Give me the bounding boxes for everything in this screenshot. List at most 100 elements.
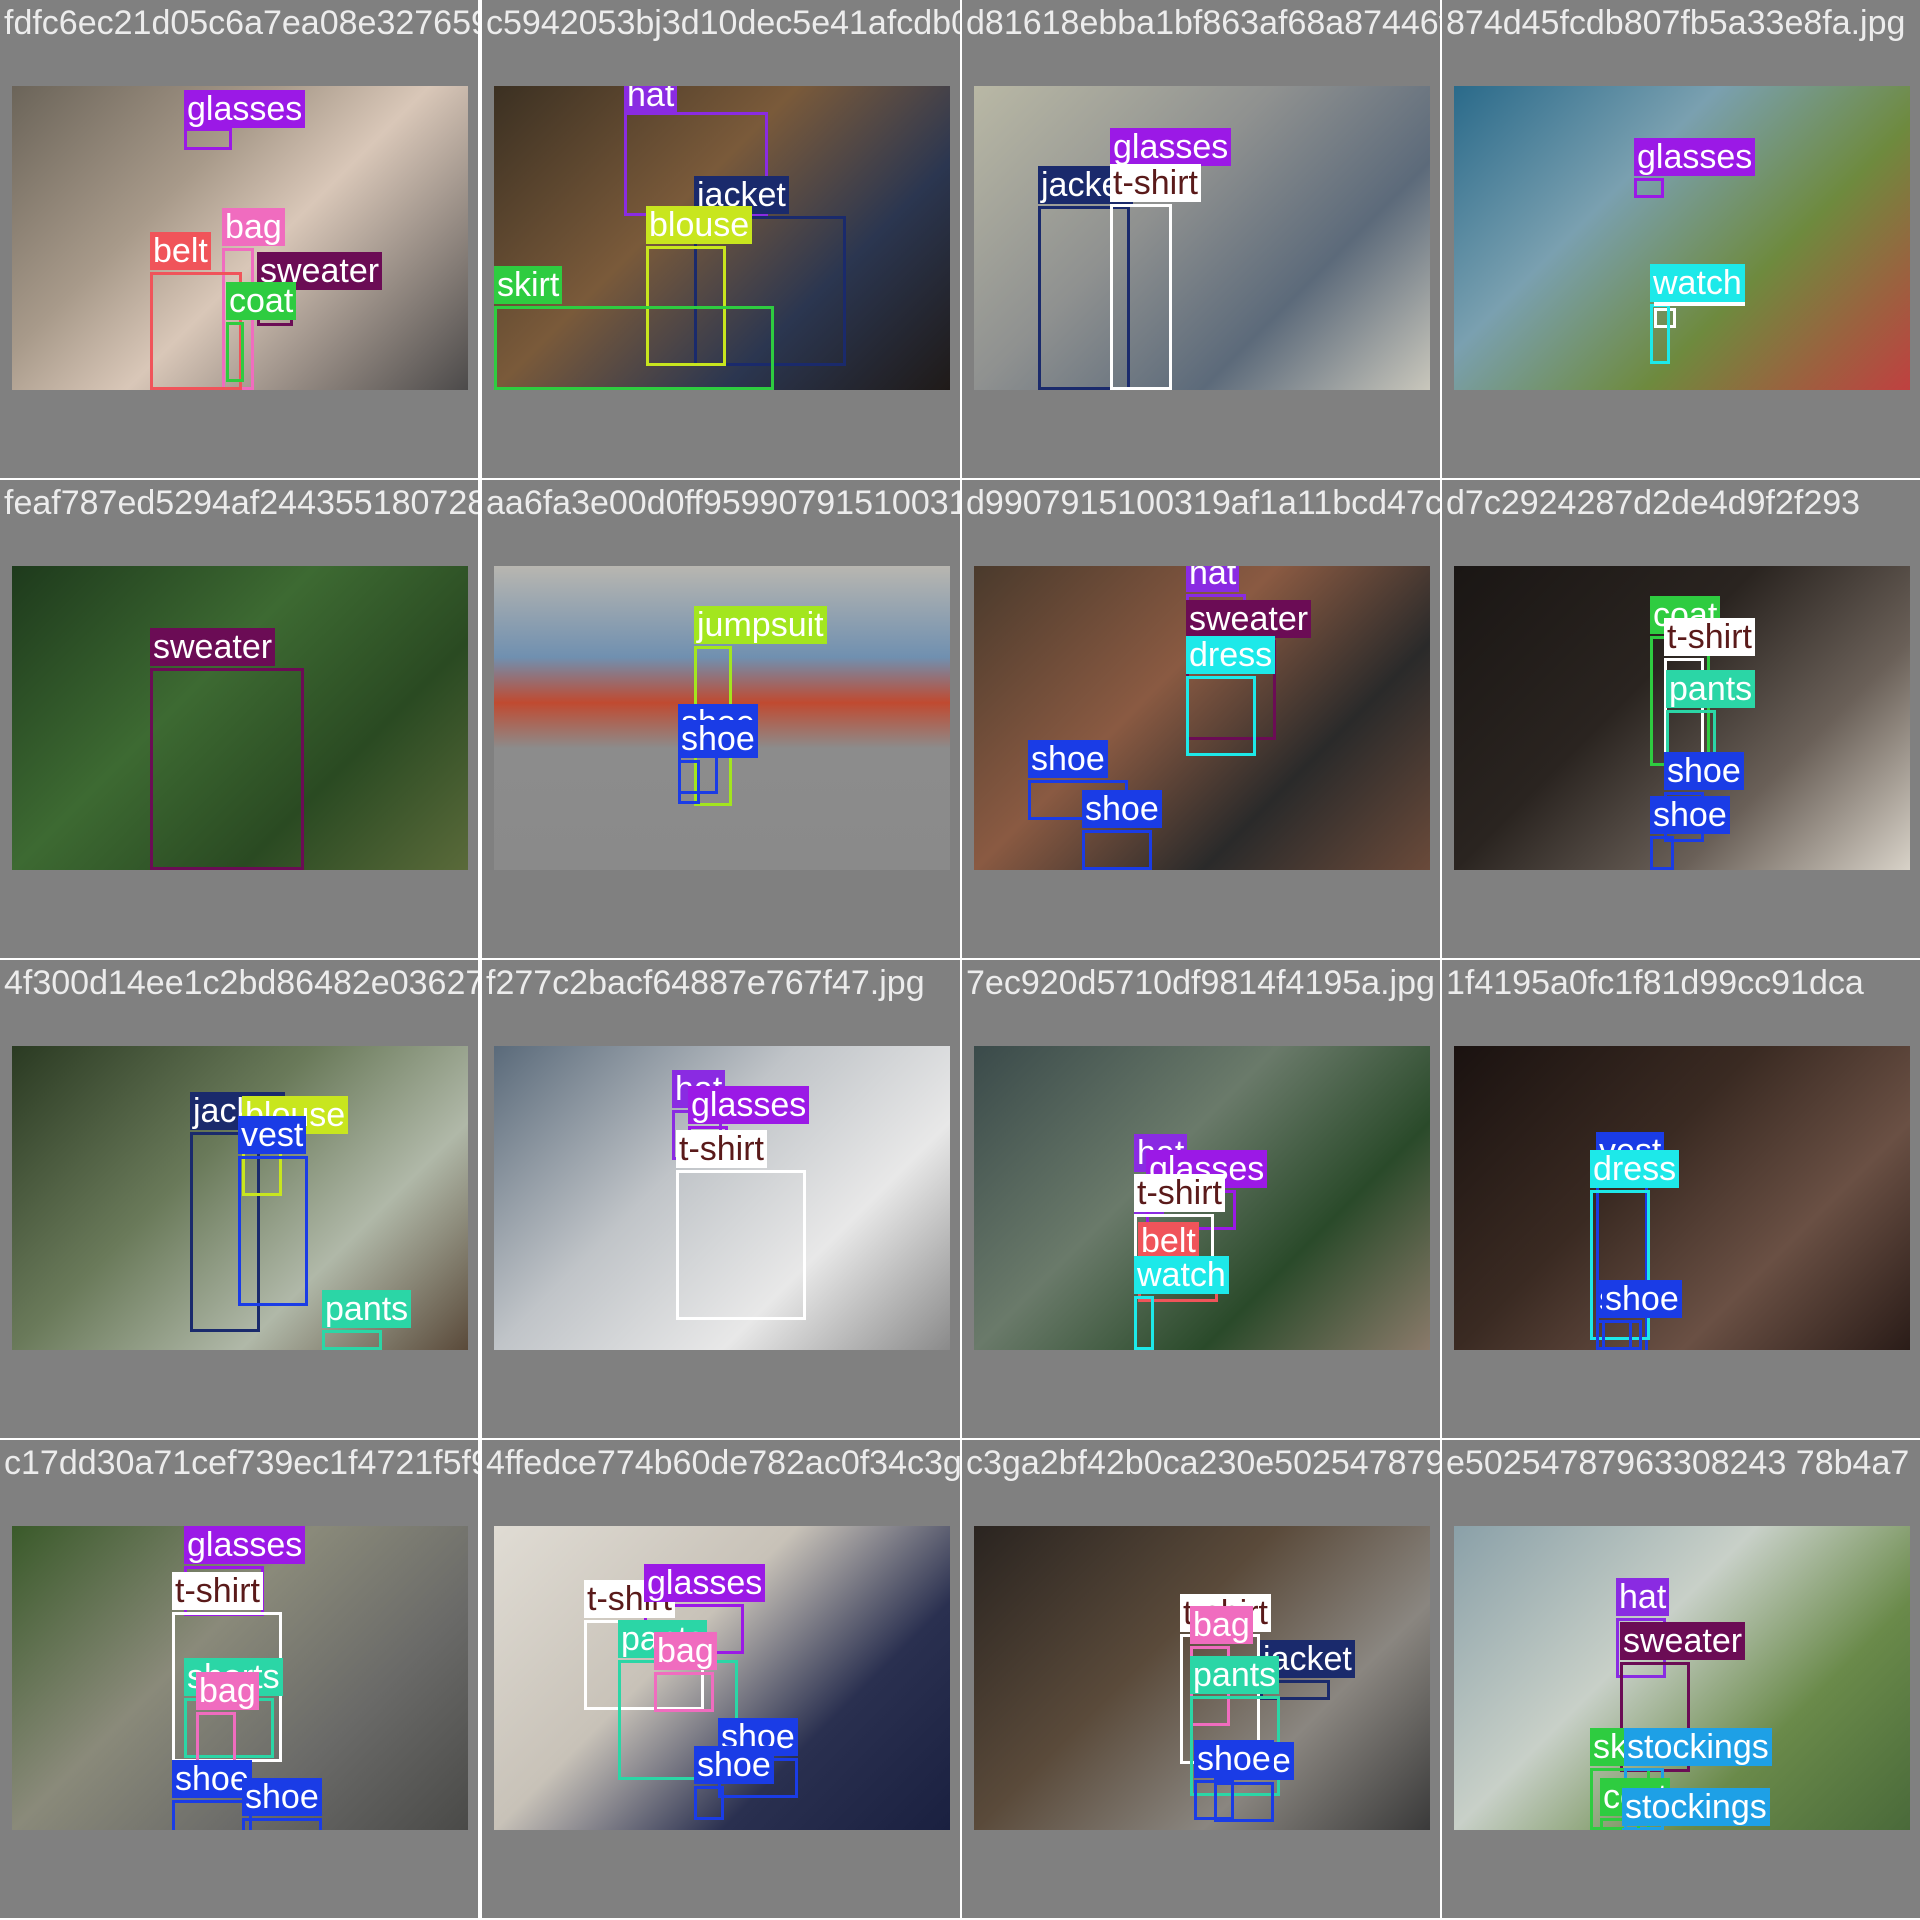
photo: glassest-shirtshortsbagshoeshoe <box>12 1526 468 1830</box>
detection-box <box>322 1330 382 1350</box>
grid-cell: e50254787963308243 78b4a7hatsweaterskirt… <box>1442 1440 1920 1918</box>
detection-label: shoe <box>1602 1280 1682 1318</box>
detection-label: stockings <box>1622 1788 1770 1826</box>
detection-box <box>1134 1296 1154 1350</box>
detection-label: shoe <box>1028 740 1108 778</box>
detection-label: glasses <box>184 90 306 128</box>
detection-label: hat <box>1186 566 1240 592</box>
image-filename: d9907915100319af1a11bcd47c2924287.jpg <box>966 484 1440 522</box>
photo: glassest-shirtwatch <box>1454 86 1910 390</box>
detection-box <box>1634 178 1664 198</box>
image-filename: 4ffedce774b60de782ac0f34c3ga2bf42b0ca230… <box>486 1444 960 1482</box>
grid-cell: c3ga2bf42b0ca230e50254787963.jpgt-shirtb… <box>962 1440 1440 1918</box>
grid-cell: c17dd30a71cef739ec1f4721f5f9fcb74c4ffedc… <box>0 1440 478 1918</box>
detection-label: belt <box>1138 1222 1199 1260</box>
detection-label: dress <box>1590 1150 1680 1188</box>
detection-box <box>242 1818 322 1830</box>
detection-label: shoe <box>1082 790 1162 828</box>
detection-label: dress <box>1186 636 1276 674</box>
detection-box <box>676 1170 806 1320</box>
photo: glasses bag belt sweater coat <box>12 86 468 390</box>
image-filename: aa6fa3e00d0ff959907915100319af1a11bc.jpg <box>486 484 960 522</box>
detection-label: pants <box>322 1290 412 1328</box>
detection-label: glasses <box>1634 138 1756 176</box>
detection-label: shoe <box>1650 796 1730 834</box>
grid-cell: d7c2924287d2de4d9f2f293 coat t-shirt pants s… <box>1442 480 1920 958</box>
image-filename: e50254787963308243 78b4a7 <box>1446 1444 1910 1482</box>
grid-cell: aa6fa3e00d0ff959907915100319af1a11bc.jpg… <box>482 480 960 958</box>
image-filename: c17dd30a71cef739ec1f4721f5f9fcb74c4ffedc… <box>4 1444 478 1482</box>
detection-label: watch <box>1134 1256 1229 1294</box>
photo: hat sweater dress shoe shoe <box>974 566 1430 870</box>
detection-label: watch <box>1650 264 1745 302</box>
photo: t-shirtglassespantsbagshoeshoe <box>494 1526 950 1830</box>
image-filename: f277c2bacf64887e767f47.jpg <box>486 964 925 1002</box>
detection-label: sweater <box>1620 1622 1746 1660</box>
grid-cell: feaf787ed5294af24435518072889e655jpg swea… <box>0 480 478 958</box>
photo: jacket blouse vest pants <box>12 1046 468 1350</box>
detection-box <box>1622 1828 1652 1830</box>
detection-label: shoe <box>1194 1740 1274 1778</box>
grid-cell: d9907915100319af1a11bcd47c2924287.jpg hat… <box>962 480 1440 958</box>
detection-label: pants <box>1190 1656 1280 1694</box>
image-filename: d81618ebba1bf863af68a87446fb9.jpg <box>966 4 1440 42</box>
detection-label: t-shirt <box>172 1572 263 1610</box>
detection-label: stockings <box>1624 1728 1772 1766</box>
detection-label: vest <box>238 1116 307 1154</box>
detection-label: bag <box>196 1672 259 1710</box>
detection-label: blouse <box>646 206 753 244</box>
detection-box <box>1186 676 1256 756</box>
grid-cell: 874d45fcdb807fb5a33e8fa.jpg glassest-shir… <box>1442 0 1920 478</box>
detection-label: pants <box>1666 670 1756 708</box>
photo: glasses jacket t-shirt <box>974 86 1430 390</box>
detection-label: shoe <box>1664 752 1744 790</box>
detection-box <box>184 128 232 150</box>
detection-box <box>694 1786 724 1820</box>
grid-cell: d81618ebba1bf863af68a87446fb9.jpg glasses… <box>962 0 1440 478</box>
detection-label: bag <box>1190 1606 1253 1644</box>
detection-box <box>1650 836 1674 870</box>
detection-label: t-shirt <box>1110 164 1201 202</box>
detection-box <box>150 668 304 870</box>
detection-box <box>1650 304 1670 364</box>
grid-cell: 4ffedce774b60de782ac0f34c3ga2bf42b0ca230… <box>482 1440 960 1918</box>
detection-label: t-shirt <box>676 1130 767 1168</box>
photo: coat t-shirt pants shoe shoe <box>1454 566 1910 870</box>
photo: jumpsuitshoeshoe <box>494 566 950 870</box>
detection-label: hat <box>624 86 678 114</box>
image-filename: d7c2924287d2de4d9f2f293 <box>1446 484 1861 522</box>
photo: sweater <box>12 566 468 870</box>
detection-label: sweater <box>150 628 276 666</box>
photo: vestdressshoeshoe <box>1454 1046 1910 1350</box>
detection-box <box>172 1800 252 1830</box>
detection-label: shoe <box>678 720 758 758</box>
detection-label: t-shirt <box>1664 618 1755 656</box>
image-filename: feaf787ed5294af24435518072889e655jpg <box>4 484 478 522</box>
detection-box <box>678 760 700 804</box>
image-filename: 7ec920d5710df9814f4195a.jpg <box>966 964 1435 1002</box>
grid-cell: 7ec920d5710df9814f4195a.jpghatglassest-s… <box>962 960 1440 1438</box>
grid-cell: 1f4195a0fc1f81d99cc91dcavestdressshoesho… <box>1442 960 1920 1438</box>
photo: t-shirtbagjacketpantsshoeshoe <box>974 1526 1430 1830</box>
detection-label: hat <box>1616 1578 1670 1616</box>
detection-label: shoe <box>242 1778 322 1816</box>
image-filename: 4f300d14ee1c2bd86482e03627f4a3972bff277c… <box>4 964 478 1002</box>
mosaic-grid: fdfc6ec21d05c6a7ea08e32765942053bj3d10de… <box>0 0 1920 1920</box>
image-filename: 1f4195a0fc1f81d99cc91dca <box>1446 964 1864 1002</box>
detection-box <box>654 1672 714 1712</box>
detection-box <box>1194 1780 1234 1820</box>
grid-cell: f277c2bacf64887e767f47.jpg hatglassest-sh… <box>482 960 960 1438</box>
grid-cell: 4f300d14ee1c2bd86482e03627f4a3972bff277c… <box>0 960 478 1438</box>
detection-label: belt <box>150 232 211 270</box>
detection-box <box>226 322 244 382</box>
detection-box <box>1602 1320 1642 1350</box>
image-filename: c3ga2bf42b0ca230e50254787963.jpg <box>966 1444 1440 1482</box>
detection-label: coat <box>226 282 297 320</box>
photo: hatglassest-shirt <box>494 1046 950 1350</box>
image-filename: c5942053bj3d10dec5e41afcdb0b28aeob.jpg <box>486 4 960 42</box>
image-filename: fdfc6ec21d05c6a7ea08e32765942053bj3d10de… <box>4 4 478 42</box>
detection-box <box>494 306 774 390</box>
detection-label: jumpsuit <box>694 606 827 644</box>
photo: hatsweaterskirtstockingscoatstockings <box>1454 1526 1910 1830</box>
detection-label: glasses <box>184 1526 306 1564</box>
